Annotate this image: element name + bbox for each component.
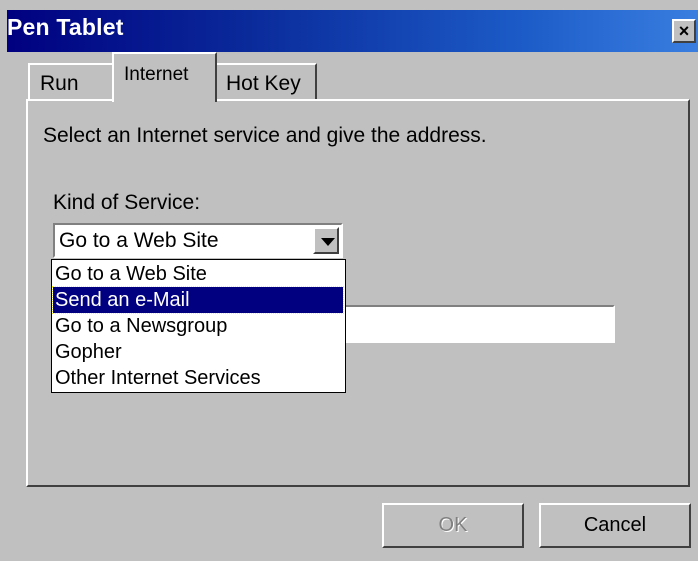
dropdown-button[interactable]: [313, 227, 339, 254]
ok-button[interactable]: OK: [382, 503, 524, 548]
service-select[interactable]: Go to a Web Site: [53, 223, 343, 258]
chevron-down-icon: [321, 238, 335, 246]
option-newsgroup[interactable]: Go to a Newsgroup: [53, 313, 343, 339]
tab-internet[interactable]: Internet: [112, 52, 217, 102]
address-input[interactable]: [345, 305, 615, 343]
option-web-site[interactable]: Go to a Web Site: [53, 261, 343, 287]
tab-hot-key[interactable]: Hot Key: [214, 63, 317, 101]
option-email[interactable]: Send an e-Mail: [52, 286, 344, 314]
title-bar[interactable]: Pen Tablet ×: [7, 10, 698, 52]
option-gopher[interactable]: Gopher: [53, 339, 343, 365]
option-other-services[interactable]: Other Internet Services: [53, 365, 343, 391]
cancel-button[interactable]: Cancel: [539, 503, 691, 548]
service-dropdown-list: Go to a Web Site Send an e-Mail Go to a …: [51, 259, 346, 393]
tab-run[interactable]: Run: [28, 63, 116, 101]
service-select-value: Go to a Web Site: [59, 229, 219, 252]
service-label: Kind of Service:: [53, 191, 201, 214]
pen-tablet-dialog: Pen Tablet × Run Hot Key Internet Select…: [0, 0, 698, 561]
instruction-text: Select an Internet service and give the …: [43, 124, 487, 147]
window-title: Pen Tablet: [7, 14, 124, 40]
close-button[interactable]: ×: [672, 19, 696, 43]
close-icon: ×: [678, 21, 690, 41]
